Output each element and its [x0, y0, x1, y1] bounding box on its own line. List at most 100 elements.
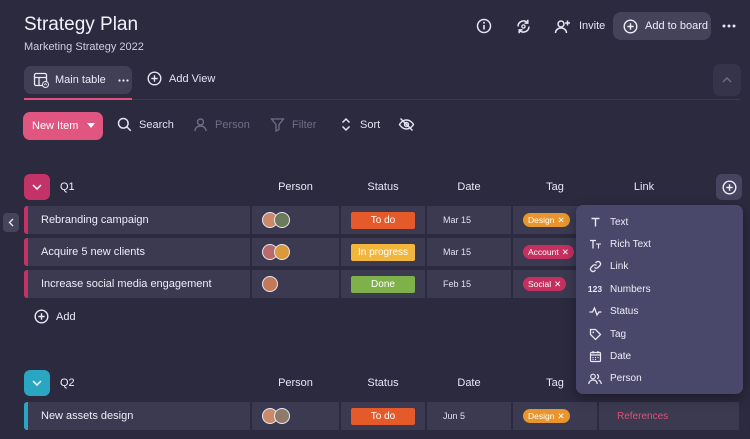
status-badge: In progress [351, 243, 415, 261]
add-column-button[interactable] [716, 174, 742, 200]
chevron-down-icon [32, 184, 42, 190]
tag-badge: Social ✕ [523, 277, 567, 291]
column-header-date[interactable]: Date [427, 181, 511, 193]
tag-label: Design [528, 215, 555, 225]
new-item-button[interactable]: New Item [23, 112, 103, 140]
row-status-cell[interactable]: To do [341, 402, 425, 430]
add-to-board-button[interactable]: Add to board [613, 12, 711, 40]
menu-item-person[interactable]: Person [576, 368, 743, 390]
menu-item-label: Status [610, 306, 639, 318]
row-name-cell[interactable]: New assets design [24, 402, 250, 430]
status-badge: To do [351, 211, 415, 229]
menu-item-status[interactable]: Status [576, 301, 743, 323]
row-person-cell[interactable] [252, 206, 339, 234]
chevron-down-icon [32, 380, 42, 386]
column-header-tag[interactable]: Tag [513, 181, 597, 193]
rich-text-icon [588, 238, 602, 252]
add-person-icon [549, 13, 575, 39]
person-icon [194, 118, 207, 132]
add-view-label: Add View [169, 72, 216, 85]
eye-off-icon [398, 117, 415, 132]
menu-item-text[interactable]: Text [576, 211, 743, 233]
filter-button[interactable]: Filter [270, 117, 316, 132]
close-icon[interactable]: ✕ [562, 247, 569, 258]
row-person-cell[interactable] [252, 238, 339, 266]
row-date-cell[interactable]: Mar 15 [427, 238, 511, 266]
tag-badge: Account ✕ [523, 245, 574, 259]
link-icon [588, 260, 602, 274]
column-header-status[interactable]: Status [341, 181, 425, 193]
row-status-cell[interactable]: Done [341, 270, 425, 298]
chevron-down-icon[interactable] [87, 123, 95, 128]
new-item-label: New Item [32, 120, 79, 132]
tag-label: Design [528, 411, 555, 421]
tag-badge: Design ✕ [523, 409, 570, 423]
table-row[interactable]: New assets design To do Jun 5 Design ✕ Re… [24, 402, 744, 430]
active-tab-indicator [24, 98, 132, 100]
row-status-cell[interactable]: To do [341, 206, 425, 234]
row-person-cell[interactable] [252, 270, 339, 298]
row-date-cell[interactable]: Jun 5 [427, 402, 511, 430]
row-tag-cell[interactable]: Design ✕ [513, 402, 597, 430]
column-header-person[interactable]: Person [252, 181, 339, 193]
avatar [274, 244, 290, 260]
hide-columns-button[interactable] [398, 117, 415, 132]
group-q1-toggle[interactable] [24, 174, 50, 200]
search-button[interactable]: Search [117, 117, 174, 132]
row-name-cell[interactable]: Acquire 5 new clients [24, 238, 250, 266]
row-name-cell[interactable]: Increase social media engagement [24, 270, 250, 298]
group-q2-toggle[interactable] [24, 370, 50, 396]
more-options-button[interactable] [716, 12, 742, 40]
tab-main-table[interactable]: Main table [24, 66, 132, 94]
close-icon[interactable]: ✕ [557, 215, 564, 226]
chevron-up-icon [722, 77, 732, 83]
row-date-cell[interactable]: Feb 15 [427, 270, 511, 298]
info-button[interactable] [471, 13, 497, 39]
filter-icon [270, 118, 285, 132]
person-icon [588, 372, 602, 386]
tag-label: Account [528, 247, 559, 257]
sort-button[interactable]: Sort [339, 117, 380, 132]
menu-item-link[interactable]: Link [576, 256, 743, 278]
column-type-menu: Text Rich Text Link 123 Numbers Status T… [576, 205, 743, 394]
sort-icon [341, 117, 351, 132]
person-filter-button[interactable]: Person [193, 117, 250, 132]
table-icon [33, 72, 49, 88]
menu-item-label: Numbers [610, 283, 651, 295]
column-header-date[interactable]: Date [427, 377, 511, 389]
menu-item-rich-text[interactable]: Rich Text [576, 233, 743, 255]
row-status-cell[interactable]: In progress [341, 238, 425, 266]
column-header-person[interactable]: Person [252, 377, 339, 389]
row-person-cell[interactable] [252, 402, 339, 430]
row-link-cell[interactable]: References [599, 402, 739, 430]
row-date-cell[interactable]: Mar 15 [427, 206, 511, 234]
calendar-icon [588, 350, 602, 364]
invite-button[interactable]: Invite [549, 13, 605, 39]
add-view-button[interactable]: Add View [147, 71, 215, 86]
sidebar-toggle-button[interactable] [3, 213, 19, 232]
tag-badge: Design ✕ [523, 213, 570, 227]
sync-button[interactable] [510, 13, 536, 39]
add-item-button[interactable]: Add [34, 309, 76, 324]
close-icon[interactable]: ✕ [557, 411, 564, 422]
more-icon [722, 24, 736, 28]
person-filter-label: Person [215, 118, 250, 131]
menu-item-numbers[interactable]: 123 Numbers [576, 278, 743, 300]
avatar [274, 408, 290, 424]
plus-circle-icon [34, 309, 49, 324]
tab-more-icon[interactable] [118, 78, 129, 82]
row-name-cell[interactable]: Rebranding campaign [24, 206, 250, 234]
status-icon [588, 305, 602, 319]
menu-item-date[interactable]: Date [576, 345, 743, 367]
filter-label: Filter [292, 118, 317, 131]
column-header-link[interactable]: Link [600, 181, 688, 193]
invite-label: Invite [579, 20, 606, 32]
plus-circle-icon [147, 71, 162, 86]
column-header-status[interactable]: Status [341, 377, 425, 389]
collapse-header-button[interactable] [713, 64, 741, 96]
close-icon[interactable]: ✕ [554, 279, 561, 290]
menu-item-label: Person [610, 373, 642, 385]
group-q1-name: Q1 [60, 181, 75, 193]
plus-circle-icon [721, 179, 737, 195]
menu-item-tag[interactable]: Tag [576, 323, 743, 345]
